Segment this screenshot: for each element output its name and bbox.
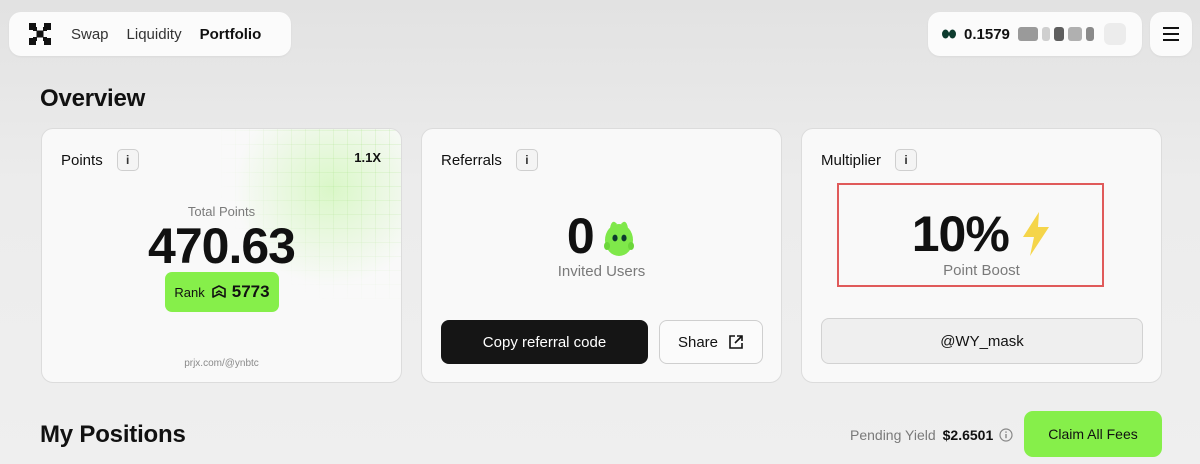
claim-all-fees-button[interactable]: Claim All Fees	[1024, 411, 1162, 457]
profile-link-row: prjx.com/@ynbtc	[42, 353, 401, 371]
info-circle-icon[interactable]	[999, 428, 1013, 442]
total-points-value: 470.63	[148, 218, 296, 274]
invited-label-row: Invited Users	[422, 263, 781, 280]
boost-label-row: Point Boost	[802, 262, 1161, 279]
share-button[interactable]: Share	[659, 320, 763, 364]
redacted-address-part	[1067, 27, 1082, 41]
points-title: Points	[61, 151, 103, 169]
top-nav: Swap Liquidity Portfolio	[9, 12, 291, 56]
invited-row: 0	[422, 211, 781, 261]
pending-yield: Pending Yield $2.6501	[850, 427, 1013, 443]
boost-value: 10%	[911, 206, 1010, 262]
redacted-address-part	[1053, 27, 1064, 41]
total-points-value-row: 470.63	[42, 221, 401, 271]
boost-row: 10%	[802, 209, 1161, 259]
multiplier-title: Multiplier	[821, 151, 882, 169]
referrals-card: Referrals i 0 Invited Users Copy referra…	[421, 128, 782, 383]
rank-value: 5773	[231, 282, 270, 301]
points-info-button[interactable]: i	[116, 149, 139, 171]
redacted-address	[1017, 27, 1038, 41]
nav-link-liquidity[interactable]: Liquidity	[127, 26, 182, 43]
pending-yield-label: Pending Yield	[850, 427, 936, 443]
redacted-address-part	[1085, 27, 1094, 41]
hamburger-menu-icon	[1163, 27, 1179, 41]
multiplier-tag: 1.1X	[354, 150, 381, 165]
pending-yield-value: $2.6501	[942, 427, 994, 443]
referrals-info-button[interactable]: i	[515, 149, 538, 171]
rank-chevron-icon	[211, 285, 226, 298]
invited-count: 0	[566, 208, 595, 264]
profile-link[interactable]: prjx.com/@ynbtc	[184, 358, 259, 369]
total-points-block: Total Points	[42, 204, 401, 219]
total-points-label: Total Points	[187, 204, 256, 219]
my-positions-title: My Positions	[40, 421, 186, 448]
external-link-icon	[729, 335, 743, 349]
referrals-title: Referrals	[441, 151, 502, 169]
wallet-button[interactable]: 0.1579	[928, 12, 1142, 56]
nav-link-portfolio[interactable]: Portfolio	[200, 26, 262, 43]
wallet-balance: 0.1579	[964, 25, 1010, 43]
prjx-logo-icon[interactable]	[29, 23, 51, 45]
green-mascot-icon	[604, 221, 635, 256]
avatar	[1103, 23, 1126, 45]
social-handle-button[interactable]: @WY_mask	[821, 318, 1143, 364]
card-header: Referrals i	[441, 149, 538, 171]
lightning-bolt-icon	[1023, 212, 1050, 256]
overview-title: Overview	[40, 85, 146, 112]
card-header: Points i	[61, 149, 139, 171]
share-button-label: Share	[677, 333, 719, 351]
rank-label: Rank	[174, 284, 205, 300]
redacted-address-part	[1041, 27, 1050, 41]
menu-button[interactable]	[1150, 12, 1192, 56]
rank-badge[interactable]: Rank 5773	[165, 272, 279, 312]
multiplier-info-button[interactable]: i	[895, 149, 918, 171]
multiplier-card: Multiplier i 10% Point Boost @WY_mask	[801, 128, 1162, 383]
invited-users-label: Invited Users	[557, 263, 646, 280]
copy-referral-code-button[interactable]: Copy referral code	[441, 320, 648, 364]
point-boost-label: Point Boost	[943, 262, 1020, 279]
nav-link-swap[interactable]: Swap	[71, 26, 109, 43]
points-card: Points i 1.1X Total Points 470.63 Rank 5…	[41, 128, 402, 383]
token-icon	[942, 29, 956, 39]
card-header: Multiplier i	[821, 149, 918, 171]
